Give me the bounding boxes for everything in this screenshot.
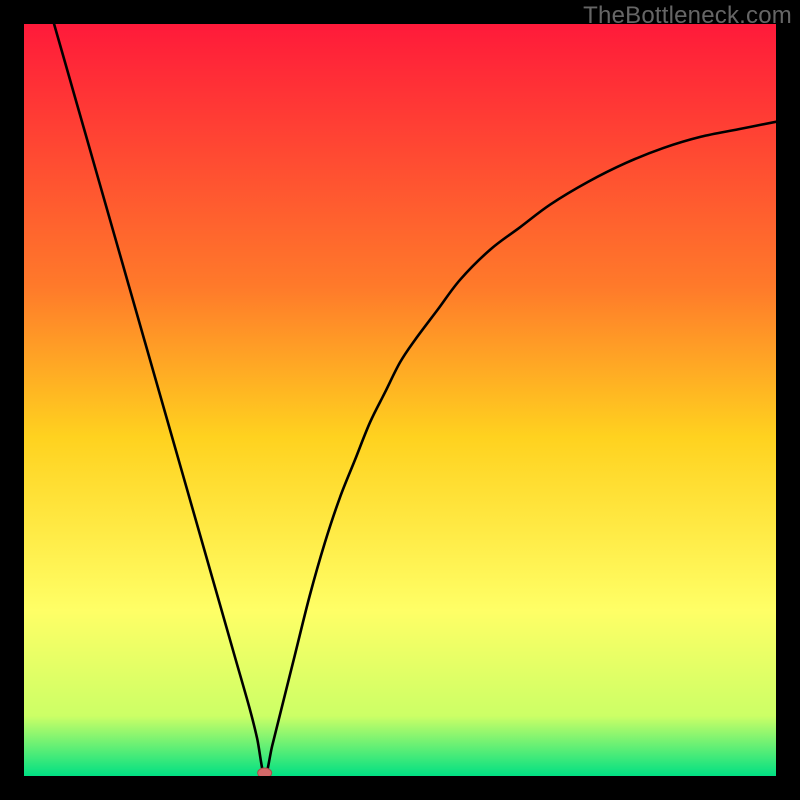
gradient-background [24,24,776,776]
optimum-marker [258,768,272,776]
plot-area [24,24,776,776]
chart-frame: TheBottleneck.com [0,0,800,800]
bottleneck-chart [24,24,776,776]
